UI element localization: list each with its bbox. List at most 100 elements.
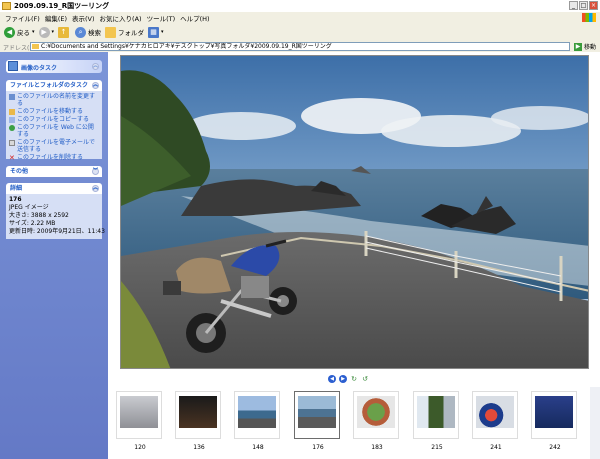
- details-header[interactable]: 詳細 ︽: [6, 183, 102, 194]
- go-arrow-icon: ▶: [574, 42, 582, 51]
- preview-image: [120, 55, 589, 369]
- thumbnail[interactable]: 215: [413, 391, 459, 451]
- thumbnail-label: 241: [490, 444, 502, 451]
- detail-file-size: サイズ: 2.22 MB: [9, 220, 56, 227]
- close-icon[interactable]: ×: [589, 1, 598, 10]
- email-icon: [9, 139, 15, 146]
- back-label: 戻る: [17, 29, 30, 37]
- task-label: このファイルを電子メールで送信する: [17, 139, 96, 153]
- thumbnail-label: 136: [193, 444, 205, 451]
- forward-arrow-icon: ▶: [38, 26, 50, 38]
- thumbnail-image: [535, 396, 573, 428]
- next-image-icon[interactable]: ▶: [339, 375, 347, 383]
- menu-tools[interactable]: ツール(T): [147, 13, 176, 23]
- thumbnail[interactable]: 148: [234, 391, 280, 451]
- back-button[interactable]: ◀ 戻る ▾: [4, 26, 35, 38]
- thumbnail-image: [476, 396, 514, 428]
- thumbnail-label: 183: [371, 444, 383, 451]
- other-places-header[interactable]: その他 ︾: [6, 166, 102, 177]
- thumbnail-label: 148: [252, 444, 264, 451]
- windows-logo-icon: [582, 13, 596, 22]
- thumbnail-image: [298, 396, 336, 428]
- go-button[interactable]: ▶ 移動: [574, 42, 596, 51]
- menu-view[interactable]: 表示(V): [72, 13, 95, 23]
- content-area: ◀ ▶ ↻ ↺ 120 136 148 176 183 215 241 242: [108, 52, 600, 459]
- go-label: 移動: [584, 44, 597, 51]
- thumbnail-label: 176: [312, 444, 324, 451]
- file-tasks-header[interactable]: ファイルとフォルダのタスク ︽: [6, 80, 102, 91]
- task-rename[interactable]: このファイルの名前を変更する: [9, 93, 99, 107]
- menu-help[interactable]: ヘルプ(H): [180, 13, 209, 23]
- minimize-icon[interactable]: _: [569, 1, 578, 10]
- delete-icon: ✕: [9, 153, 15, 162]
- task-delete[interactable]: ✕ このファイルを削除する: [9, 154, 99, 161]
- task-label: このファイルの名前を変更する: [17, 93, 96, 107]
- detail-dimensions: 大きさ: 3888 x 2592: [9, 212, 69, 219]
- rotate-clockwise-icon[interactable]: ↻: [350, 375, 358, 383]
- views-button[interactable]: ▦ ▾: [148, 26, 164, 38]
- picture-icon: [8, 61, 18, 71]
- address-input[interactable]: C:¥Documents and Settings¥ケナカヒロアキ¥デスクトップ…: [30, 42, 570, 51]
- menu-favorites[interactable]: お気に入り(A): [100, 13, 142, 23]
- rotate-counterclockwise-icon[interactable]: ↺: [361, 375, 369, 383]
- previous-image-icon[interactable]: ◀: [328, 375, 336, 383]
- up-folder-icon: ↑: [58, 26, 70, 38]
- copy-icon: [9, 116, 15, 123]
- task-label: このファイルを削除する: [17, 154, 84, 161]
- thumbnail[interactable]: 136: [175, 391, 221, 451]
- task-move[interactable]: このファイルを移動する: [9, 108, 99, 115]
- chevron-up-icon[interactable]: ︽: [92, 185, 99, 192]
- task-email[interactable]: このファイルを電子メールで送信する: [9, 139, 99, 153]
- folders-button[interactable]: フォルダ: [105, 26, 145, 38]
- detail-modified: 更新日時: 2009年9月21日、11:43: [9, 228, 105, 235]
- file-tasks-title: ファイルとフォルダのタスク: [10, 82, 89, 89]
- thumbnail-selected[interactable]: 176: [294, 391, 340, 451]
- task-copy[interactable]: このファイルをコピーする: [9, 116, 99, 123]
- thumbnail-label: 120: [134, 444, 146, 451]
- other-places-title: その他: [10, 168, 29, 175]
- thumbnail[interactable]: 120: [116, 391, 162, 451]
- folders-label: フォルダ: [118, 29, 145, 37]
- up-folder-button[interactable]: ↑: [58, 26, 71, 38]
- thumbnail-image: [357, 396, 395, 428]
- address-path: C:¥Documents and Settings¥ケナカヒロアキ¥デスクトップ…: [41, 43, 332, 50]
- thumbnail-image: [238, 396, 276, 428]
- chevron-down-icon: ▾: [161, 29, 164, 35]
- maximize-icon[interactable]: □: [579, 1, 588, 10]
- preview-photo-drawing: [121, 56, 588, 368]
- task-label: このファイルをコピーする: [17, 116, 90, 123]
- thumbnail[interactable]: 241: [472, 391, 518, 451]
- folder-icon: [32, 44, 39, 49]
- chevron-up-icon[interactable]: ︽: [92, 82, 99, 89]
- menu-edit[interactable]: 編集(E): [45, 13, 67, 23]
- thumbnail-image: [120, 396, 158, 428]
- toolbar: ◀ 戻る ▾ ▶ ▾ ↑ ⌕ 検索 フォルダ ▦ ▾: [0, 23, 600, 42]
- search-button[interactable]: ⌕ 検索: [75, 26, 101, 38]
- back-arrow-icon: ◀: [4, 26, 15, 38]
- details-body: 176 JPEG イメージ 大きさ: 3888 x 2592 サイズ: 2.22…: [6, 194, 105, 239]
- task-label: このファイルを Web に公開する: [17, 124, 94, 138]
- views-icon: ▦: [148, 26, 160, 38]
- filmstrip-scrollbar[interactable]: [590, 387, 600, 459]
- globe-icon: [9, 124, 15, 131]
- viewer-controls: ◀ ▶ ↻ ↺: [328, 375, 369, 383]
- thumbnail[interactable]: 242: [531, 391, 577, 451]
- thumbnail-image: [179, 396, 217, 428]
- image-tasks-header[interactable]: 画像のタスク ︽: [6, 60, 102, 73]
- chevron-down-icon: ▾: [51, 29, 55, 35]
- thumbnail[interactable]: 183: [353, 391, 399, 451]
- task-publish-web[interactable]: このファイルを Web に公開する: [9, 124, 99, 138]
- thumbnail-image: [417, 396, 455, 428]
- folder-icon: [2, 2, 11, 10]
- thumbnail-label: 215: [431, 444, 443, 451]
- search-icon: ⌕: [75, 26, 87, 38]
- chevron-up-icon[interactable]: ︽: [92, 63, 99, 70]
- menu-file[interactable]: ファイル(F): [5, 13, 40, 23]
- forward-button[interactable]: ▶ ▾: [38, 26, 55, 38]
- chevron-down-icon[interactable]: ︾: [92, 168, 99, 175]
- task-label: このファイルを移動する: [17, 108, 84, 115]
- window-controls: _ □ ×: [569, 1, 598, 10]
- chevron-down-icon: ▾: [32, 29, 35, 35]
- window-title: 2009.09.19_R国ツーリング: [14, 2, 110, 10]
- move-icon: [9, 108, 15, 115]
